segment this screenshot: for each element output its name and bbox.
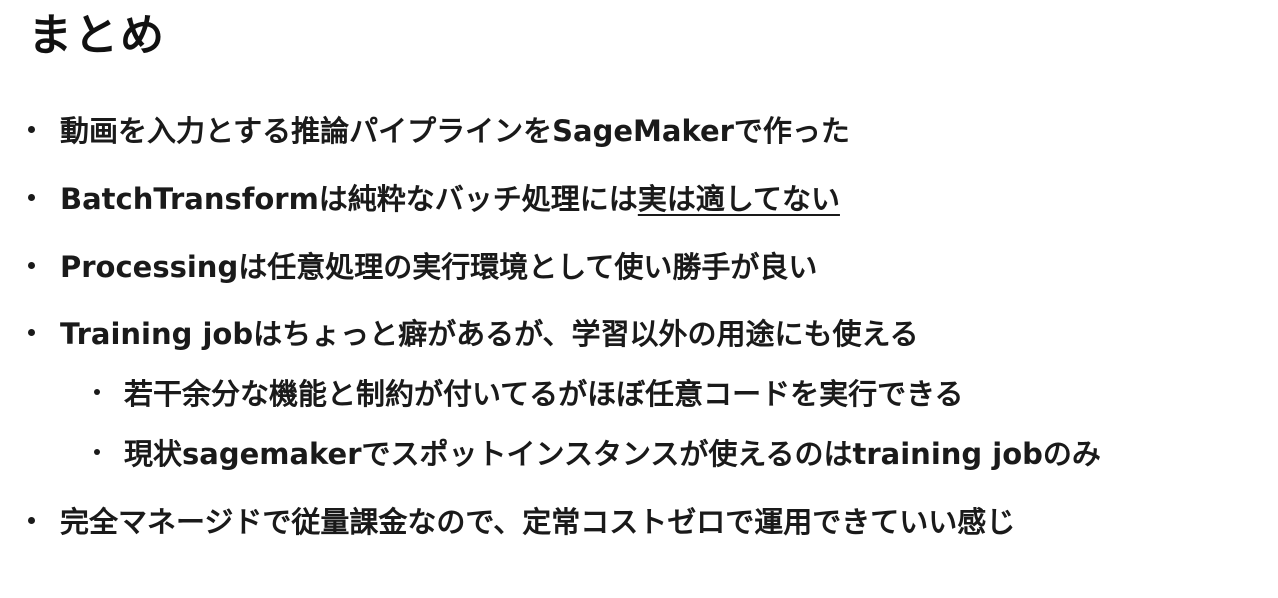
sub-bullet-text: 現状sagemakerでスポットインスタンスが使えるのはtraining job… xyxy=(124,437,1101,471)
bullet-text: 完全マネージドで従量課金なので、定常コストゼロで運用できていい感じ xyxy=(60,505,1016,539)
bullet-item: Processingは任意処理の実行環境として使い勝手が良い xyxy=(28,245,817,285)
slide-title: まとめ xyxy=(28,10,166,61)
bullet-dot-icon xyxy=(28,516,35,524)
bullet-text: Processingは任意処理の実行環境として使い勝手が良い xyxy=(60,250,818,284)
bullet-dot-icon xyxy=(28,125,35,133)
bullet-item: 動画を入力とする推論パイプラインをSageMakerで作った xyxy=(28,109,850,149)
bullet-dot-icon xyxy=(28,193,35,201)
bullet-text-underlined: 実は適してない xyxy=(637,182,840,216)
bullet-text: Training jobはちょっと癖があるが、学習以外の用途にも使える xyxy=(60,317,919,351)
sub-bullet-item: 若干余分な機能と制約が付いてるがほぼ任意コードを実行できる xyxy=(94,372,964,412)
bullet-dot-icon xyxy=(28,328,35,336)
bullet-item: 完全マネージドで従量課金なので、定常コストゼロで運用できていい感じ xyxy=(28,500,1015,540)
bullet-text: 動画を入力とする推論パイプラインをSageMakerで作った xyxy=(60,114,850,148)
sub-bullet-item: 現状sagemakerでスポットインスタンスが使えるのはtraining job… xyxy=(94,432,1101,472)
bullet-text: BatchTransformは純粋なバッチ処理には実は適してない xyxy=(60,176,840,218)
bullet-item: BatchTransformは純粋なバッチ処理には実は適してない xyxy=(28,177,840,217)
bullet-item: Training jobはちょっと癖があるが、学習以外の用途にも使える xyxy=(28,312,919,352)
slide: まとめ 動画を入力とする推論パイプラインをSageMakerで作った Batch… xyxy=(0,0,1278,598)
bullet-dot-icon xyxy=(28,261,35,269)
sub-bullet-text: 若干余分な機能と制約が付いてるがほぼ任意コードを実行できる xyxy=(124,377,964,411)
bullet-dot-icon xyxy=(94,449,100,455)
bullet-text-plain: BatchTransformは純粋なバッチ処理には xyxy=(60,182,638,216)
bullet-dot-icon xyxy=(94,389,100,395)
